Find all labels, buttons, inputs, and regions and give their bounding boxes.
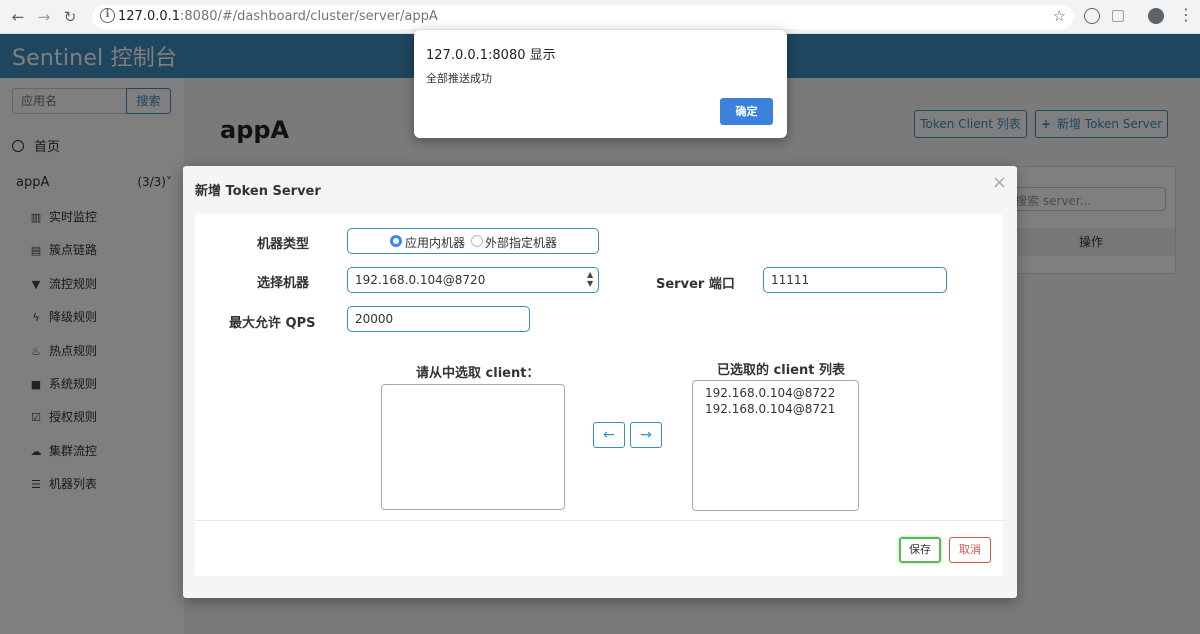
browser-toolbar: ← → ↻ i 127.0.0.1:8080/#/dashboard/clust… xyxy=(0,0,1200,34)
dialog-body: 机器类型 应用内机器 外部指定机器 选择机器 192.168.0.104@872… xyxy=(195,214,1003,576)
max-qps-label: 最大允许 QPS xyxy=(229,316,316,331)
machine-select-value: 192.168.0.104@8720 xyxy=(355,273,486,287)
back-icon[interactable]: ← xyxy=(8,7,28,27)
dialog-title: 新增 Token Server xyxy=(195,184,321,199)
radio-in-app-machine[interactable] xyxy=(390,235,402,247)
bookmark-star-icon[interactable]: ☆ xyxy=(1053,7,1066,25)
move-left-button[interactable]: ← xyxy=(593,422,625,448)
add-token-server-dialog: 新增 Token Server × 机器类型 应用内机器 外部指定机器 选择机器… xyxy=(183,166,1017,598)
selected-clients-list[interactable]: 192.168.0.104@8722 192.168.0.104@8721 xyxy=(692,380,859,511)
browser-menu-icon[interactable]: ⋮ xyxy=(1178,5,1194,25)
address-bar[interactable]: i 127.0.0.1:8080/#/dashboard/cluster/ser… xyxy=(92,5,1074,29)
list-item[interactable]: 192.168.0.104@8721 xyxy=(705,401,846,417)
reload-icon[interactable]: ↻ xyxy=(60,7,80,27)
divider xyxy=(195,520,1003,521)
list-item[interactable]: 192.168.0.104@8722 xyxy=(705,385,846,401)
move-right-button[interactable]: → xyxy=(630,422,662,448)
cancel-button[interactable]: 取消 xyxy=(949,537,991,563)
close-icon[interactable]: × xyxy=(992,172,1007,193)
machine-type-label: 机器类型 xyxy=(257,237,310,252)
forward-icon[interactable]: → xyxy=(34,7,54,27)
machine-select[interactable]: 192.168.0.104@8720 ▲▼ xyxy=(347,267,599,293)
select-machine-label: 选择机器 xyxy=(257,276,310,291)
profile-avatar-icon[interactable] xyxy=(1148,8,1164,24)
extension-icon[interactable] xyxy=(1112,10,1124,22)
radio-in-app-label[interactable]: 应用内机器 xyxy=(405,234,465,251)
select-arrow-icon: ▲▼ xyxy=(587,270,594,288)
max-qps-input[interactable]: 20000 xyxy=(347,306,530,332)
info-icon[interactable]: i xyxy=(100,8,115,23)
alert-message: 全部推送成功 xyxy=(426,72,492,85)
selected-clients-title: 已选取的 client 列表 xyxy=(717,363,845,378)
extension-icon[interactable] xyxy=(1084,8,1100,24)
alert-title: 127.0.0.1:8080 显示 xyxy=(426,48,556,63)
machine-type-radio-group: 应用内机器 外部指定机器 xyxy=(347,228,599,254)
available-clients-title: 请从中选取 client： xyxy=(416,366,540,381)
server-port-label: Server 端口 xyxy=(656,277,735,292)
browser-alert-dialog: 127.0.0.1:8080 显示 全部推送成功 确定 xyxy=(414,30,787,138)
radio-external-label[interactable]: 外部指定机器 xyxy=(485,234,557,251)
radio-external-machine[interactable] xyxy=(471,235,483,247)
alert-ok-button[interactable]: 确定 xyxy=(720,98,773,125)
server-port-input[interactable]: 11111 xyxy=(763,267,947,293)
url-text: 127.0.0.1:8080/#/dashboard/cluster/serve… xyxy=(118,9,438,24)
available-clients-list[interactable] xyxy=(381,384,565,510)
save-button[interactable]: 保存 xyxy=(899,537,941,563)
